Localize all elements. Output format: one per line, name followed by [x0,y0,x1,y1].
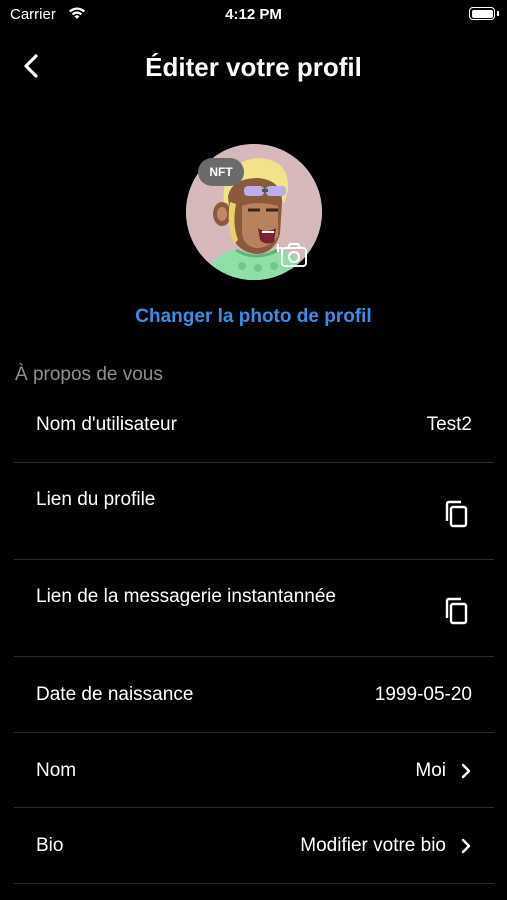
row-profile-link: Lien du profile [14,463,494,560]
bio-value: Modifier votre bio [300,835,446,856]
page-title: Éditer votre profil [145,52,362,82]
row-username[interactable]: Nom d'utilisateur Test2 [14,388,494,463]
profile-info-list: Nom d'utilisateur Test2 Lien du profile … [14,388,494,884]
camera-add-icon[interactable] [276,240,310,270]
chevron-right-icon [461,763,471,779]
row-name[interactable]: Nom Moi [14,733,494,808]
change-photo-link[interactable]: Changer la photo de profil [0,306,507,328]
navigation-bar: Éditer votre profil [0,40,507,94]
messenger-link-label: Lien de la messagerie instantannée [36,586,336,607]
username-value: Test2 [426,414,472,435]
username-label: Nom d'utilisateur [36,414,177,435]
copy-icon[interactable] [442,596,470,626]
profile-avatar[interactable]: NFT [186,144,322,280]
chevron-right-icon [461,838,471,854]
copy-icon[interactable] [442,499,470,529]
status-bar: Carrier 4:12 PM [0,0,507,32]
row-bio[interactable]: Bio Modifier votre bio [14,808,494,884]
birthdate-value: 1999-05-20 [374,684,472,705]
bio-label: Bio [36,835,64,856]
battery-icon [469,7,495,20]
section-header-about: À propos de vous [15,364,163,385]
name-value: Moi [415,760,446,781]
name-label: Nom [36,760,77,781]
row-messenger-link: Lien de la messagerie instantannée [14,560,494,657]
clock: 4:12 PM [225,6,282,23]
row-birthdate[interactable]: Date de naissance 1999-05-20 [14,657,494,733]
battery-tip [497,11,499,16]
nft-badge: NFT [198,158,244,186]
birthdate-label: Date de naissance [36,684,194,705]
profile-link-label: Lien du profile [36,489,156,510]
